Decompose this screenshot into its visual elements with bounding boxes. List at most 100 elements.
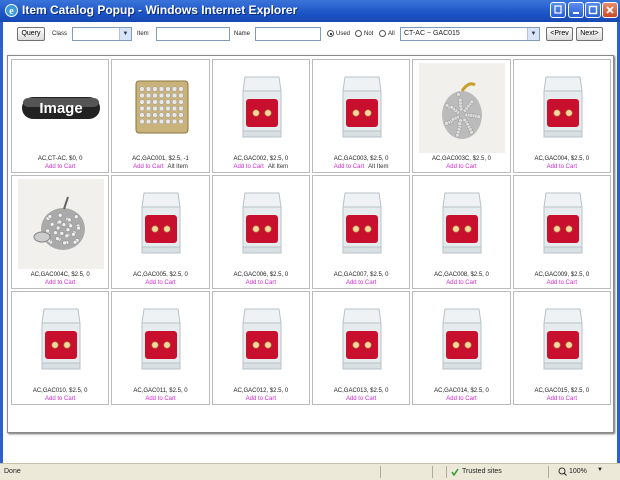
add-to-cart-link[interactable]: Add to Cart (233, 164, 263, 170)
item-caption: AC,GAC011, $2.5, 0 (133, 388, 188, 394)
catalog-item[interactable]: AC,GAC011, $2.5, 0 Add to Cart (111, 291, 210, 405)
catalog-item[interactable]: AC,GAC006, $2.5, 0 Add to Cart (211, 175, 310, 289)
catalog-item[interactable]: AC,GAC015, $2.5, 0 Add to Cart (512, 291, 611, 405)
add-to-cart-link[interactable]: Add to Cart (547, 396, 577, 402)
catalog-table: Image AC,CT-AC, $0, 0 Add to Cart AC,GAC001… (9, 57, 613, 407)
item-links: Add to Cart (514, 280, 610, 286)
catalog-item[interactable]: AC,GAC005, $2.5, 0 Add to Cart (111, 175, 210, 289)
item-caption: AC,GAC013, $2.5, 0 (333, 388, 389, 394)
catalog-item[interactable]: AC,GAC012, $2.5, 0 Add to Cart (211, 291, 310, 405)
item-links: Add to Cart (12, 280, 108, 286)
catalog-item[interactable]: AC,GAC003, $2.5, 0 Add to Cart Alt Item (311, 59, 411, 173)
status-separator (446, 466, 447, 478)
item-links: Add to Cart (12, 396, 108, 402)
status-separator (380, 466, 381, 478)
add-to-cart-link[interactable]: Add to Cart (446, 280, 476, 286)
restore-button[interactable] (550, 2, 566, 18)
grid-row: AC,GAC010, $2.5, 0 Add to Cart AC,GAC011, … (11, 291, 611, 405)
item-links: Add to Cart (213, 280, 309, 286)
add-to-cart-link[interactable]: Add to Cart (133, 164, 163, 170)
jewelry-box-image (543, 76, 583, 138)
radio-all-label: All (388, 31, 395, 37)
jewelry-box-image (141, 308, 181, 370)
catalog-item[interactable]: AC,GAC013, $2.5, 0 Add to Cart (311, 291, 411, 405)
close-icon (606, 6, 614, 14)
item-links: Add to Cart (12, 164, 108, 170)
add-to-cart-link[interactable]: Add to Cart (45, 396, 75, 402)
jewelry-box-image (442, 192, 482, 254)
catalog-item[interactable]: AC,GAC010, $2.5, 0 Add to Cart (11, 291, 110, 405)
catalog-item[interactable]: AC,GAC003C, $2.5, 0 Add to Cart (412, 59, 511, 173)
catalog-item[interactable]: AC,GAC007, $2.5, 0 Add to Cart (311, 175, 411, 289)
chevron-down-icon[interactable]: ▼ (597, 467, 603, 473)
item-links: Add to Cart (413, 280, 509, 286)
catalog-item[interactable]: AC,GAC014, $2.5, 0 Add to Cart (412, 291, 511, 405)
next-button[interactable]: Next> (576, 27, 603, 41)
add-to-cart-link[interactable]: Add to Cart (547, 164, 577, 170)
svg-text:e: e (9, 6, 14, 17)
jewelry-box-image (543, 308, 583, 370)
add-to-cart-link[interactable]: Add to Cart (446, 396, 476, 402)
prev-button[interactable]: <Prev (546, 27, 573, 41)
minimize-button[interactable] (568, 2, 584, 18)
class-select[interactable]: ▼ (72, 27, 132, 41)
radio-used[interactable] (327, 30, 334, 37)
add-to-cart-link[interactable]: Add to Cart (45, 164, 75, 170)
catalog-item[interactable]: AC,GAC009, $2.5, 0 Add to Cart (512, 175, 611, 289)
add-to-cart-link[interactable]: Add to Cart (547, 280, 577, 286)
item-links: Add to Cart (313, 396, 409, 402)
maximize-icon (588, 5, 598, 15)
alt-item-link[interactable]: Alt Item (168, 164, 188, 170)
radio-all[interactable] (379, 30, 386, 37)
catalog-item[interactable]: AC,GAC001, $2.5, -1 Add to Cart Alt Item (111, 59, 210, 173)
item-caption: AC,GAC008, $2.5, 0 (434, 272, 489, 278)
item-links: Add to Cart (413, 396, 509, 402)
add-to-cart-link[interactable]: Add to Cart (45, 280, 75, 286)
add-to-cart-link[interactable]: Add to Cart (446, 164, 476, 170)
item-links: Add to Cart (112, 396, 208, 402)
range-select[interactable]: CT-AC ~ GAC015 ▼ (400, 27, 540, 41)
jewelry-box-image (242, 192, 282, 254)
add-to-cart-link[interactable]: Add to Cart (145, 280, 175, 286)
item-links: Add to Cart Alt Item (213, 164, 309, 170)
radio-not[interactable] (355, 30, 362, 37)
item-links: Add to Cart (514, 164, 610, 170)
add-to-cart-link[interactable]: Add to Cart (346, 396, 376, 402)
item-links: Add to Cart Alt Item (313, 164, 409, 170)
item-links: Add to Cart (313, 280, 409, 286)
jewelry-image (135, 80, 189, 134)
zoom-level[interactable]: 100% (569, 468, 587, 475)
item-caption: AC,GAC014, $2.5, 0 (434, 388, 489, 394)
alt-item-link[interactable]: Alt Item (368, 164, 388, 170)
close-button[interactable] (602, 2, 618, 18)
item-input[interactable] (156, 27, 230, 41)
add-to-cart-link[interactable]: Add to Cart (346, 280, 376, 286)
grid-row: AC,GAC004C, $2.5, 0 Add to Cart AC,GAC005,… (11, 175, 611, 289)
item-links: Add to Cart (112, 280, 208, 286)
radio-not-label: Not (364, 31, 374, 37)
query-button[interactable]: Query (17, 27, 45, 41)
minimize-icon (573, 12, 579, 14)
name-input[interactable] (255, 27, 321, 41)
jewelry-box-image (242, 76, 282, 138)
status-separator (432, 466, 433, 478)
catalog-item[interactable]: AC,GAC004C, $2.5, 0 Add to Cart (11, 175, 110, 289)
item-label: Item (137, 31, 149, 37)
add-to-cart-link[interactable]: Add to Cart (145, 396, 175, 402)
catalog-item[interactable]: AC,GAC004, $2.5, 0 Add to Cart (512, 59, 611, 173)
security-zone: Trusted sites (462, 468, 502, 475)
alt-item-link[interactable]: Alt Item (268, 164, 288, 170)
catalog-item[interactable]: AC,GAC008, $2.5, 0 Add to Cart (412, 175, 511, 289)
add-to-cart-link[interactable]: Add to Cart (246, 396, 276, 402)
add-to-cart-link[interactable]: Add to Cart (246, 280, 276, 286)
radio-used-label: Used (336, 31, 351, 37)
range-select-value: CT-AC ~ GAC015 (404, 30, 460, 37)
item-links: Add to Cart (213, 396, 309, 402)
add-to-cart-link[interactable]: Add to Cart (334, 164, 364, 170)
catalog-item[interactable]: Image AC,CT-AC, $0, 0 Add to Cart (11, 59, 110, 173)
item-caption: AC,GAC004, $2.5, 0 (534, 156, 590, 162)
item-caption: AC,GAC007, $2.5, 0 (333, 272, 389, 278)
maximize-button[interactable] (585, 2, 601, 18)
class-label: Class (52, 31, 68, 37)
catalog-item[interactable]: AC,GAC002, $2.5, 0 Add to Cart Alt Item (211, 59, 310, 173)
